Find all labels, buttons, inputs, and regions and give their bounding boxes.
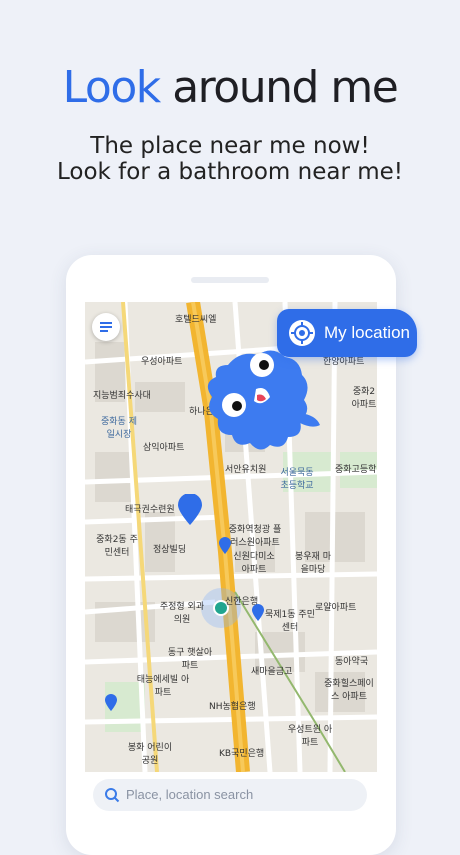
search-bar[interactable]: Place, location search bbox=[93, 779, 367, 811]
bathroom-pin[interactable] bbox=[251, 604, 265, 622]
mascot-character bbox=[207, 350, 320, 450]
map-label: 주정형 외과의원 bbox=[159, 602, 205, 625]
map-label: 동아약국 bbox=[335, 657, 369, 667]
map-label: 중화역청광 플러스원아파트 bbox=[228, 525, 282, 548]
phone-speaker bbox=[191, 277, 269, 283]
map-label: 태극권수련원 bbox=[125, 505, 175, 515]
map-label: 새마을금고 bbox=[251, 667, 293, 677]
my-location-button[interactable]: My location bbox=[277, 309, 417, 357]
menu-icon-line bbox=[100, 326, 112, 328]
menu-icon-line bbox=[100, 330, 108, 332]
headline: Look around me bbox=[0, 62, 460, 113]
subtitle-line1: The place near me now! bbox=[90, 133, 370, 159]
map-label: 중화동 제일시장 bbox=[101, 417, 137, 440]
map-label: 호텔드씨엘 bbox=[175, 315, 217, 325]
subtitle-line2: Look for a bathroom near me! bbox=[57, 159, 403, 185]
map-label: 삼익아파트 bbox=[143, 443, 185, 453]
map-label: 로얄아파트 bbox=[315, 603, 357, 613]
map-label: 태능에세빌 아파트 bbox=[136, 675, 190, 698]
map-label: 정상빌딩 bbox=[153, 545, 187, 555]
map-label: 신원다미소 아파트 bbox=[233, 552, 275, 575]
crosshair-icon bbox=[289, 320, 315, 346]
map-label: 우성트윈 아파트 bbox=[287, 725, 333, 748]
bathroom-pin[interactable] bbox=[104, 694, 118, 712]
map-label: 서울묵동 초등학교 bbox=[280, 468, 314, 491]
map-label: KB국민은행 bbox=[219, 749, 265, 759]
map-label: 중화고등학 bbox=[335, 465, 377, 475]
map-label: 서안유치원 bbox=[225, 465, 267, 475]
map-label: 중화2 아파트 bbox=[351, 387, 377, 410]
map-label: 중화힐스페이스 아파트 bbox=[324, 679, 374, 702]
map-label: 지능범죄수사대 bbox=[93, 391, 151, 401]
map-label: 우성아파트 bbox=[141, 357, 183, 367]
menu-button[interactable] bbox=[92, 313, 120, 341]
map-label: 동구 햇살아파트 bbox=[167, 648, 213, 671]
headline-accent: Look bbox=[62, 62, 162, 113]
search-placeholder: Place, location search bbox=[126, 787, 254, 802]
map-label: 봉우재 마을마당 bbox=[295, 552, 331, 575]
bathroom-pin[interactable] bbox=[177, 494, 203, 526]
map-label: NH농협은행 bbox=[209, 702, 256, 712]
my-location-label: My location bbox=[324, 323, 410, 342]
bathroom-pin[interactable] bbox=[218, 537, 232, 555]
map-label: 중화2동 주민센터 bbox=[96, 535, 138, 558]
map-label: 묵제1동 주민센터 bbox=[265, 610, 315, 633]
search-icon bbox=[105, 788, 120, 803]
map-label: 봉화 어린이공원 bbox=[127, 743, 173, 766]
menu-icon bbox=[100, 322, 112, 324]
headline-rest: around me bbox=[159, 62, 399, 113]
